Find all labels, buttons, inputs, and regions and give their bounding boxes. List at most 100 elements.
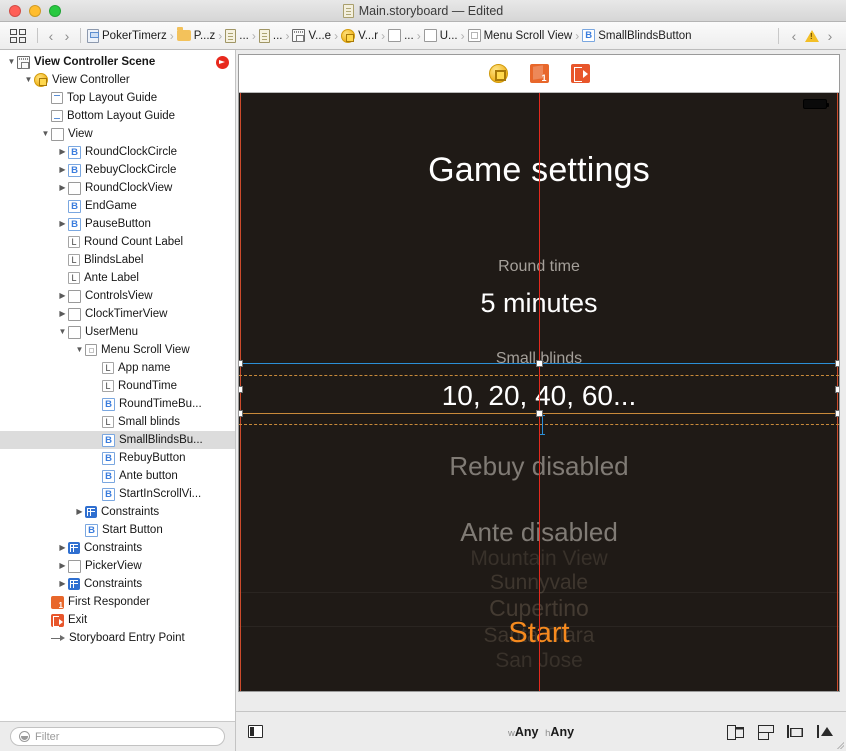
outline-row[interactable]: Exit	[0, 611, 235, 629]
outline-row[interactable]: B RoundClockCircle	[0, 143, 235, 161]
breadcrumb-item-usermenu[interactable]: U...	[423, 29, 459, 42]
selection-handle[interactable]	[835, 386, 839, 393]
view-icon	[68, 289, 81, 303]
outline-row[interactable]: B RebuyButton	[0, 449, 235, 467]
outline-row[interactable]: L Small blinds	[0, 413, 235, 431]
breadcrumb-item-small-blinds-button[interactable]: B SmallBlindsButton	[581, 29, 692, 42]
disclosure-triangle-icon[interactable]	[57, 292, 68, 300]
pin-icon[interactable]	[757, 724, 774, 740]
outline-row[interactable]: Top Layout Guide	[0, 89, 235, 107]
outline-row[interactable]: ControlsView	[0, 287, 235, 305]
outline-row[interactable]: L Ante Label	[0, 269, 235, 287]
breadcrumb-item-view-1[interactable]: ...	[387, 29, 415, 42]
disclosure-triangle-icon[interactable]	[57, 328, 68, 336]
disclosure-triangle-icon[interactable]	[6, 58, 17, 66]
window-traffic-lights	[9, 4, 61, 17]
selection-handle[interactable]	[239, 410, 243, 417]
selection-handle[interactable]	[835, 360, 839, 367]
outline-row[interactable]: First Responder	[0, 593, 235, 611]
minimize-button[interactable]	[29, 4, 41, 17]
outline-row[interactable]: Constraints	[0, 503, 235, 521]
close-button[interactable]	[9, 4, 21, 17]
disclosure-triangle-icon[interactable]	[57, 544, 68, 552]
outline-row[interactable]: ClockTimerView	[0, 305, 235, 323]
outline-row[interactable]: L Round Count Label	[0, 233, 235, 251]
outline-row[interactable]: B SmallBlindsBu...	[0, 431, 235, 449]
selection-handle[interactable]	[239, 360, 243, 367]
disclosure-triangle-icon[interactable]	[57, 562, 68, 570]
breadcrumb-item-project[interactable]: PokerTimerz	[86, 28, 168, 43]
breadcrumb-item-scene[interactable]: V...e	[291, 29, 332, 42]
outline-row-label: Storyboard Entry Point	[69, 632, 185, 644]
button-icon: B	[102, 451, 115, 465]
filter-input[interactable]: Filter	[10, 727, 225, 746]
outline-row-label: BlindsLabel	[84, 254, 144, 266]
resolve-icon[interactable]	[787, 724, 804, 739]
outline-row[interactable]: Storyboard Entry Point	[0, 629, 235, 647]
disclosure-triangle-icon[interactable]	[57, 184, 68, 192]
disclosure-triangle-icon[interactable]	[23, 76, 34, 84]
disclosure-triangle-icon[interactable]	[57, 220, 68, 228]
outline-row[interactable]: B Ante button	[0, 467, 235, 485]
outline-row[interactable]: Bottom Layout Guide	[0, 107, 235, 125]
outline-row[interactable]: B RebuyClockCircle	[0, 161, 235, 179]
outline-row[interactable]: B Start Button	[0, 521, 235, 539]
related-items-icon[interactable]	[10, 28, 27, 43]
storyboard-entry-point-icon[interactable]	[216, 55, 229, 69]
view-controller-icon[interactable]	[488, 64, 508, 83]
outline-row[interactable]: Menu Scroll View	[0, 341, 235, 359]
breadcrumb-item-menu-scroll-view[interactable]: Menu Scroll View	[467, 29, 574, 42]
disclosure-triangle-icon[interactable]	[40, 130, 51, 138]
outline-row[interactable]: View	[0, 125, 235, 143]
outline-row[interactable]: B EndGame	[0, 197, 235, 215]
disclosure-triangle-icon[interactable]	[74, 346, 85, 354]
selection-handle[interactable]	[239, 386, 243, 393]
selection-handle[interactable]	[536, 360, 543, 367]
outline-row[interactable]: View Controller Scene	[0, 53, 235, 71]
outline-row[interactable]: B StartInScrollVi...	[0, 485, 235, 503]
exit-icon[interactable]	[570, 64, 590, 83]
outline-row[interactable]: L RoundTime	[0, 377, 235, 395]
disclosure-triangle-icon[interactable]	[74, 508, 85, 516]
first-responder-icon[interactable]	[529, 64, 549, 83]
selection-handle[interactable]	[835, 410, 839, 417]
divider	[80, 28, 81, 43]
align-icon[interactable]	[727, 724, 744, 740]
next-issue-button[interactable]: ›	[822, 29, 838, 43]
outline-row[interactable]: Constraints	[0, 539, 235, 557]
window-resize-grip[interactable]	[836, 741, 844, 749]
breadcrumb-item-file-1[interactable]: ...	[224, 28, 250, 43]
outline-row[interactable]: RoundClockView	[0, 179, 235, 197]
outline-row-label: Round Count Label	[84, 236, 184, 248]
previous-issue-button[interactable]: ‹	[786, 29, 802, 43]
breadcrumb-item-file-2[interactable]: ...	[258, 28, 284, 43]
outline-row[interactable]: L App name	[0, 359, 235, 377]
outline-row[interactable]: L BlindsLabel	[0, 251, 235, 269]
breadcrumb-item-view-controller[interactable]: V...r	[340, 28, 379, 43]
view-controller-scene-canvas[interactable]: Game settings Round time 5 minutes Small…	[238, 54, 840, 692]
entry-point-arrow-icon	[51, 632, 65, 644]
document-outline-toggle-icon[interactable]	[248, 725, 263, 738]
canvas-area[interactable]: Game settings Round time 5 minutes Small…	[236, 50, 846, 711]
document-outline-tree[interactable]: View Controller Scene View Controller Top …	[0, 50, 235, 721]
outline-row[interactable]: UserMenu	[0, 323, 235, 341]
disclosure-triangle-icon[interactable]	[57, 310, 68, 318]
window-title-bar: Main.storyboard — Edited	[0, 0, 846, 22]
breadcrumb-item-folder[interactable]: P...z	[176, 27, 217, 42]
disclosure-triangle-icon[interactable]	[57, 148, 68, 156]
outline-row[interactable]: View Controller	[0, 71, 235, 89]
outline-row-label: Top Layout Guide	[67, 92, 158, 104]
selection-handle[interactable]	[536, 410, 543, 417]
back-button[interactable]: ‹	[43, 29, 59, 43]
outline-row[interactable]: B RoundTimeBu...	[0, 395, 235, 413]
outline-row[interactable]: PickerView	[0, 557, 235, 575]
disclosure-triangle-icon[interactable]	[57, 580, 68, 588]
stack-icon[interactable]	[817, 724, 834, 739]
outline-row[interactable]: Constraints	[0, 575, 235, 593]
forward-button[interactable]: ›	[59, 29, 75, 43]
warning-triangle-icon[interactable]	[805, 29, 819, 42]
device-screen[interactable]: Game settings Round time 5 minutes Small…	[239, 93, 839, 691]
zoom-button[interactable]	[49, 4, 61, 17]
outline-row[interactable]: B PauseButton	[0, 215, 235, 233]
disclosure-triangle-icon[interactable]	[57, 166, 68, 174]
